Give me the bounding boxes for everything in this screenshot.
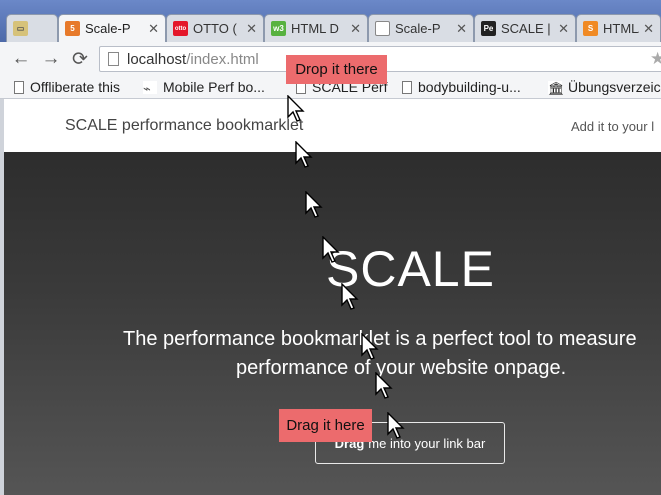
building-icon: 🏛 [548,80,565,96]
back-button[interactable]: ← [10,48,32,70]
close-icon[interactable]: ✕ [148,21,159,37]
nav-link[interactable]: Add it to your l [571,119,654,134]
bookmark-item[interactable]: ⌁ Mobile Perf bo... [143,78,265,96]
s-icon: S [583,21,598,36]
tab-title: OTTO ( [193,21,237,36]
cursor-icon [322,236,340,263]
reload-icon: ⟳ [72,48,88,70]
bookmark-label: Mobile Perf bo... [163,79,265,95]
mobile-perf-icon: ⌁ [143,80,157,96]
url-host: localhost [127,50,187,68]
scale-icon: Pe [481,21,496,36]
tab-title: HTML/ [603,21,640,36]
bookmark-label: Offliberate this [30,79,121,95]
cursor-icon [287,95,305,122]
drag-annotation: Drag it here [279,409,372,442]
site-navbar: SCALE performance bookmarklet Add it to … [4,99,661,152]
reload-button[interactable]: ⟳ [69,48,91,70]
tab-scale-2[interactable]: Scale-P ✕ [368,14,474,42]
hero-text: performance of your website onpage. [236,357,567,379]
tab-title: HTML D [291,21,339,36]
bookmark-item[interactable]: Offliberate this [14,78,120,96]
tab-scale-3[interactable]: Pe SCALE | ✕ [474,14,576,42]
cursor-icon [305,191,323,218]
w3-icon: w3 [271,21,286,36]
tab-html-s[interactable]: S HTML/ ✕ [576,14,661,42]
html5-icon: 5 [65,21,80,36]
hero-section: SCALE The performance bookmarklet is a p… [4,152,661,495]
bookmark-star-icon[interactable]: ★ [650,49,661,69]
tab-title: SCALE | [501,21,551,36]
bookmark-item[interactable]: bodybuilding-u... [402,78,521,96]
site-brand[interactable]: SCALE performance bookmarklet [65,117,303,135]
otto-icon: otto [173,21,188,36]
cursor-icon [375,372,393,399]
drag-label: me into your link bar [368,435,486,451]
cursor-icon [341,283,359,310]
bookmark-label: Übungsverzeic [568,79,661,95]
tab-scale-active[interactable]: 5 Scale-P ✕ [58,14,166,42]
cursor-icon [295,141,313,168]
page-icon [14,80,24,94]
bookmark-label: bodybuilding-u... [418,79,521,95]
cursor-icon [361,333,379,360]
close-icon[interactable]: ✕ [558,21,569,37]
close-icon[interactable]: ✕ [350,21,361,37]
close-icon[interactable]: ✕ [456,21,467,37]
close-icon[interactable]: ✕ [246,21,257,37]
url-path: /index.html [186,50,259,68]
tab-title: Scale-P [85,21,131,36]
tab-strip: ▭ 5 Scale-P ✕ otto OTTO ( ✕ w3 HTML D ✕ … [0,0,661,42]
page-icon [108,52,119,66]
tab-otto[interactable]: otto OTTO ( ✕ [166,14,264,42]
tab-w3[interactable]: w3 HTML D ✕ [264,14,368,42]
drop-annotation: Drop it there [286,55,387,84]
back-arrow-icon: ← [11,48,31,69]
tab-title: Scale-P [395,21,441,36]
page-icon [402,80,412,94]
forward-arrow-icon: → [41,48,61,69]
bookmark-item[interactable]: 🏛 Übungsverzeic [548,78,661,96]
forward-button[interactable]: → [40,48,62,70]
cursor-icon [387,412,405,439]
page-icon [375,21,390,36]
tab-xampp[interactable]: ▭ [6,14,58,42]
xampp-icon: ▭ [13,21,28,36]
close-icon[interactable]: ✕ [643,21,654,37]
